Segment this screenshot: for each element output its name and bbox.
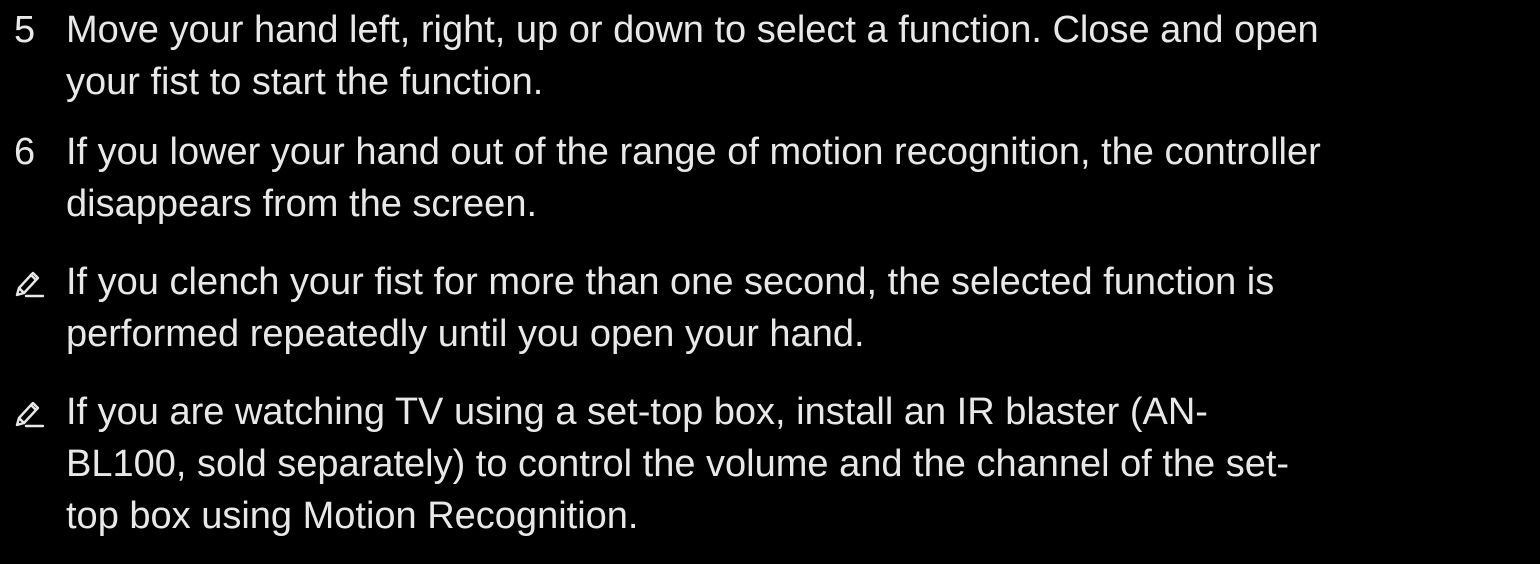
- note-text-line: top box using Motion Recognition.: [66, 495, 639, 537]
- step-text-line: If you lower your hand out of the range …: [66, 131, 1321, 173]
- step-text-line: disappears from the screen.: [66, 183, 538, 225]
- note-text-line: BL100, sold separately) to control the v…: [66, 443, 1290, 485]
- step-text-line: Move your hand left, right, up or down t…: [66, 9, 1319, 51]
- pencil-note-icon: [15, 401, 45, 428]
- note-text-line: If you are watching TV using a set-top b…: [66, 391, 1208, 433]
- manual-page: 5 Move your hand left, right, up or down…: [0, 0, 1540, 564]
- pencil-note-icon: [15, 271, 45, 298]
- step-text-line: your fist to start the function.: [66, 61, 544, 103]
- step-number: 6: [14, 131, 36, 173]
- step-number: 5: [14, 9, 36, 51]
- note-text-line: performed repeatedly until you open your…: [66, 313, 865, 355]
- note-text-line: If you clench your fist for more than on…: [66, 261, 1275, 303]
